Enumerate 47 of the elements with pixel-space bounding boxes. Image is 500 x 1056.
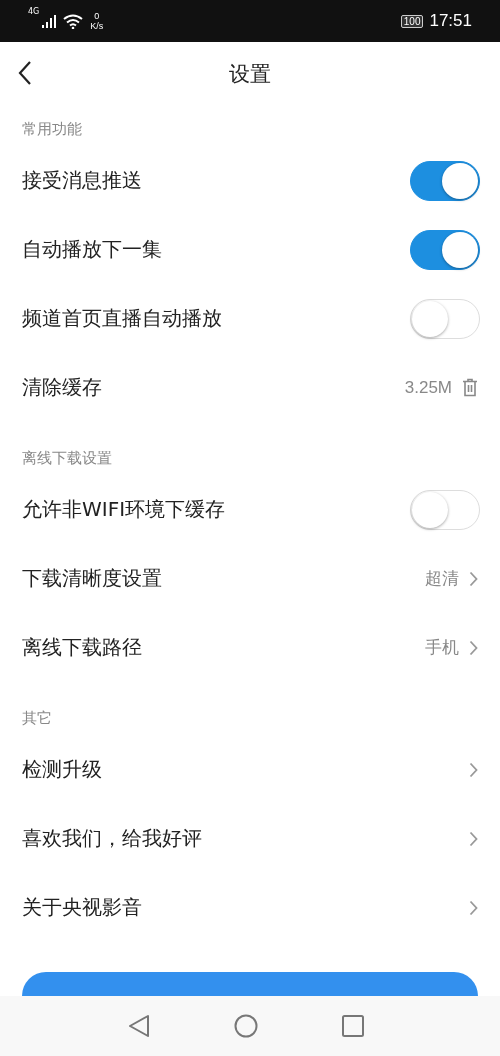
primary-button[interactable] <box>22 972 478 996</box>
battery-level: 100 <box>400 14 424 28</box>
cache-size: 3.25M <box>404 377 452 398</box>
speed-value: 0 <box>94 11 100 21</box>
section-title: 其它 <box>21 708 53 729</box>
settings-row[interactable]: 检测升级 <box>0 735 500 804</box>
setting-label: 检测升级 <box>22 756 102 783</box>
home-icon[interactable] <box>234 1014 258 1038</box>
setting-label: 喜欢我们，给我好评 <box>22 825 202 852</box>
chevron-right-icon <box>469 639 478 656</box>
setting-label: 清除缓存 <box>22 374 102 401</box>
section-title: 离线下载设置 <box>21 448 113 469</box>
settings-row[interactable]: 频道首页直播自动播放 <box>0 284 500 353</box>
setting-value: 手机 <box>425 637 459 659</box>
settings-row[interactable]: 允许非WIFI环境下缓存 <box>0 475 500 544</box>
wifi-icon <box>63 13 84 29</box>
settings-row[interactable]: 自动播放下一集 <box>0 215 500 284</box>
settings-row[interactable]: 下载清晰度设置 超清 <box>0 544 500 613</box>
section-title: 常用功能 <box>21 119 83 140</box>
setting-label: 接受消息推送 <box>22 167 142 194</box>
clock-time: 17:51 <box>429 11 472 31</box>
setting-label: 自动播放下一集 <box>22 236 162 263</box>
speed-unit: K/s <box>90 21 104 31</box>
settings-row[interactable]: 关于央视影音 <box>0 873 500 942</box>
signal-icon <box>42 14 57 28</box>
setting-label: 离线下载路径 <box>22 634 142 661</box>
chevron-right-icon <box>469 570 478 587</box>
back-button[interactable] <box>18 60 32 86</box>
setting-label: 频道首页直播自动播放 <box>22 305 222 332</box>
network-type: 4G <box>28 7 40 16</box>
trash-icon[interactable] <box>462 378 478 397</box>
setting-label: 下载清晰度设置 <box>22 565 162 592</box>
settings-row[interactable]: 接受消息推送 <box>0 146 500 215</box>
setting-label: 允许非WIFI环境下缓存 <box>22 496 226 523</box>
settings-row[interactable]: 清除缓存 3.25M <box>0 353 500 422</box>
chevron-right-icon <box>469 761 478 778</box>
page-title: 设置 <box>229 60 271 88</box>
settings-row[interactable]: 喜欢我们，给我好评 <box>0 804 500 873</box>
chevron-right-icon <box>469 899 478 916</box>
back-icon[interactable] <box>128 1014 150 1038</box>
chevron-right-icon <box>469 830 478 847</box>
toggle-switch[interactable] <box>410 229 480 270</box>
setting-value: 超清 <box>425 568 459 590</box>
setting-label: 关于央视影音 <box>22 894 142 921</box>
recent-apps-icon[interactable] <box>342 1015 364 1037</box>
settings-row[interactable]: 离线下载路径 手机 <box>0 613 500 682</box>
toggle-switch[interactable] <box>410 160 480 201</box>
